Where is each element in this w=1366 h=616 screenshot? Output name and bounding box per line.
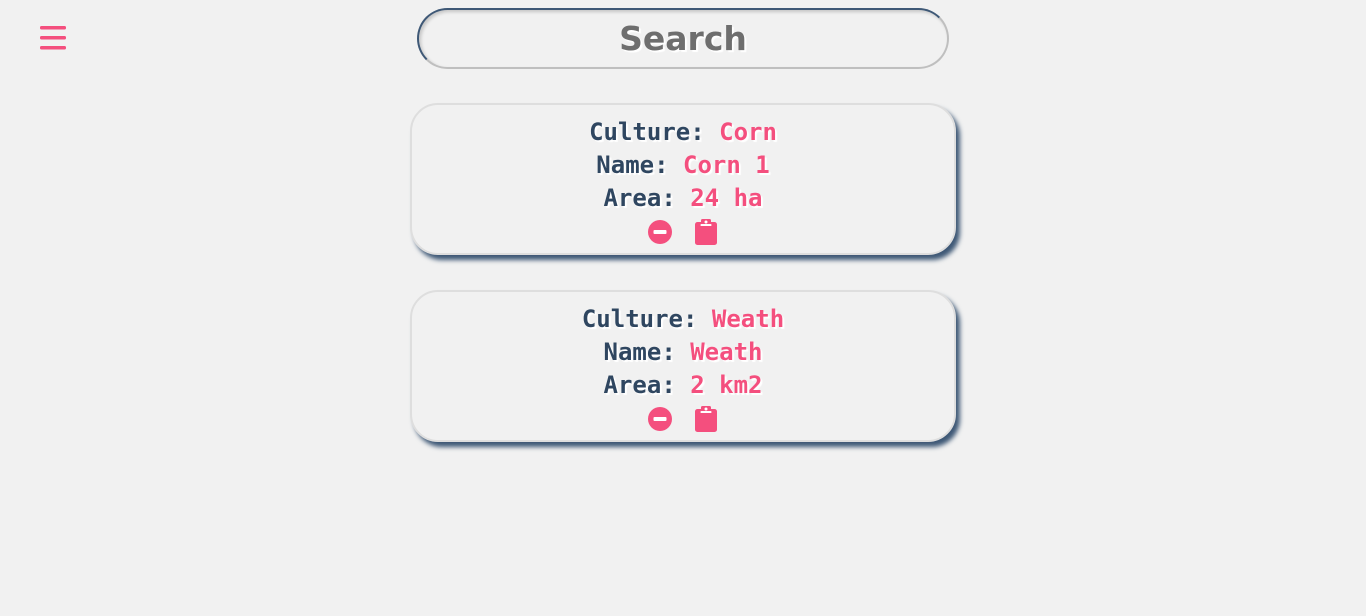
area-label: Area: <box>603 184 676 212</box>
field-card: Culture: Corn Name: Corn 1 Area: 24 ha <box>410 103 956 255</box>
card-actions <box>412 215 954 249</box>
menu-button[interactable] <box>38 24 68 52</box>
card-actions <box>412 402 954 436</box>
culture-row: Culture: Corn <box>412 116 954 149</box>
name-label: Name: <box>603 338 676 366</box>
area-row: Area: 24 ha <box>412 182 954 215</box>
field-card: Culture: Weath Name: Weath Area: 2 km2 <box>410 290 956 442</box>
culture-label: Culture: <box>589 118 705 146</box>
area-value: 24 ha <box>690 184 763 212</box>
search-input[interactable] <box>419 10 947 67</box>
details-button[interactable] <box>693 219 719 245</box>
clipboard-icon <box>695 406 717 432</box>
name-value: Weath <box>690 338 763 366</box>
search-box <box>417 8 949 69</box>
culture-value: Corn <box>719 118 777 146</box>
clipboard-icon <box>695 219 717 245</box>
area-label: Area: <box>603 371 676 399</box>
area-row: Area: 2 km2 <box>412 369 954 402</box>
area-value: 2 km2 <box>690 371 763 399</box>
details-button[interactable] <box>693 406 719 432</box>
name-row: Name: Weath <box>412 336 954 369</box>
name-row: Name: Corn 1 <box>412 149 954 182</box>
minus-circle-icon <box>648 407 672 431</box>
name-value: Corn 1 <box>683 151 770 179</box>
name-label: Name: <box>596 151 669 179</box>
culture-label: Culture: <box>581 305 698 333</box>
culture-value: Weath <box>711 305 785 333</box>
hamburger-menu-icon <box>40 26 66 50</box>
culture-row: Culture: Weath <box>412 303 954 336</box>
delete-button[interactable] <box>647 406 673 432</box>
minus-circle-icon <box>648 220 672 244</box>
delete-button[interactable] <box>647 219 673 245</box>
